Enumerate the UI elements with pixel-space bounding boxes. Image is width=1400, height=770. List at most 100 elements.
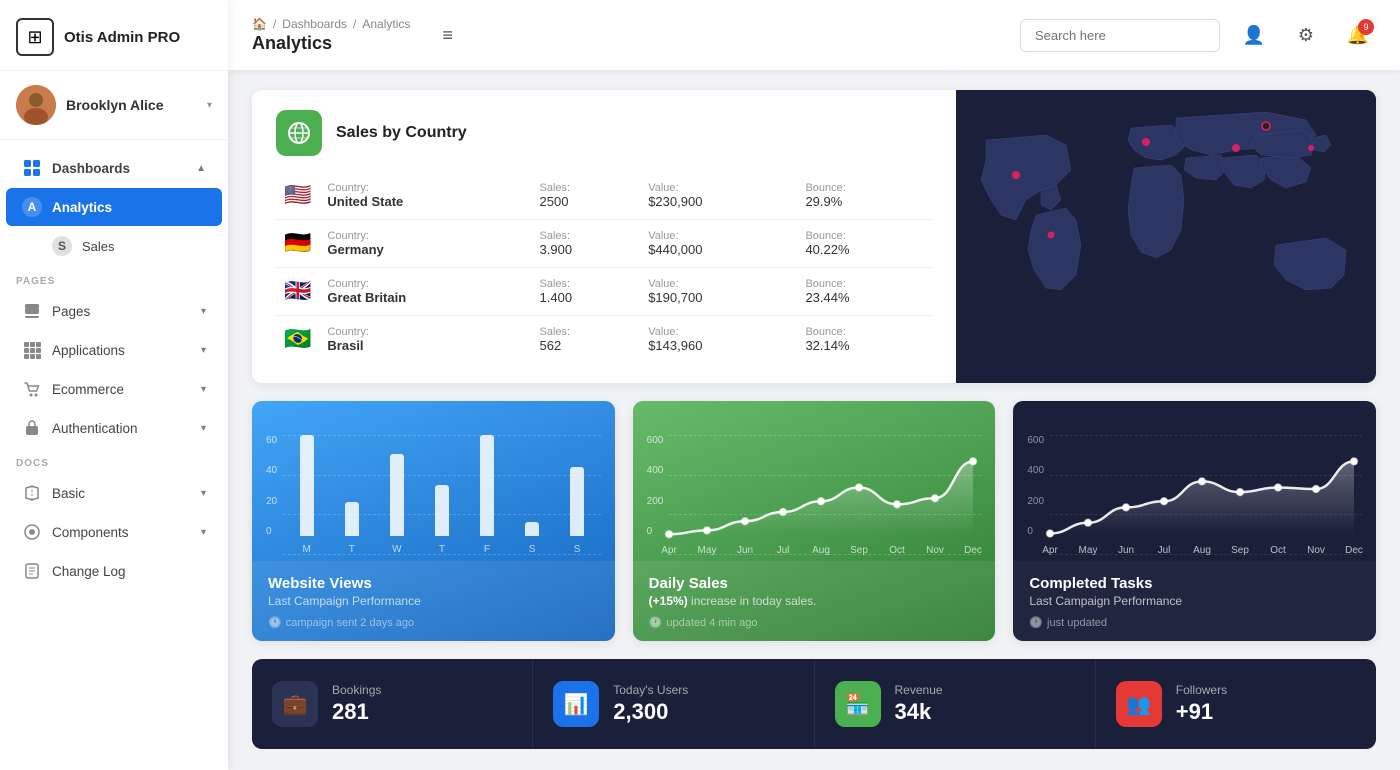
breadcrumb-dashboards[interactable]: Dashboards xyxy=(282,17,347,31)
breadcrumb-current: Analytics xyxy=(362,17,410,31)
charts-row: 0 20 40 60 MTWTFSS xyxy=(252,401,1376,641)
pages-icon xyxy=(22,301,42,321)
basic-label: Basic xyxy=(52,486,191,501)
sales-label: Sales xyxy=(82,239,206,254)
ecommerce-chevron-icon: ▾ xyxy=(201,384,206,395)
daily-sales-title: Daily Sales xyxy=(649,575,980,592)
pages-chevron-icon: ▾ xyxy=(201,306,206,317)
menu-toggle-button[interactable]: ≡ xyxy=(442,25,453,46)
bar-col: M xyxy=(287,435,326,555)
header: 🏠 / Dashboards / Analytics Analytics ≡ 👤… xyxy=(228,0,1400,70)
components-chevron-icon: ▾ xyxy=(201,527,206,538)
website-views-info: Website Views Last Campaign Performance … xyxy=(252,561,615,641)
ecommerce-icon xyxy=(22,379,42,399)
y-label-40: 40 xyxy=(266,465,277,476)
y-label-0: 0 xyxy=(266,526,277,537)
components-icon xyxy=(22,522,42,542)
completed-tasks-subtitle: Last Campaign Performance xyxy=(1029,594,1360,608)
authentication-chevron-icon: ▾ xyxy=(201,423,206,434)
stat-label-users: Today's Users xyxy=(613,683,688,697)
country-cell: Country: Germany xyxy=(319,220,531,268)
docs-section-label: DOCS xyxy=(0,448,228,473)
bar xyxy=(525,522,539,536)
breadcrumb: 🏠 / Dashboards / Analytics Analytics xyxy=(252,17,410,54)
clock-icon: 🕐 xyxy=(268,616,282,629)
dashboards-icon xyxy=(22,158,42,178)
bar-col: T xyxy=(332,435,371,555)
website-views-footer: 🕐 campaign sent 2 days ago xyxy=(268,616,599,629)
sales-card-icon xyxy=(276,110,322,156)
notifications-button[interactable]: 🔔 9 xyxy=(1340,17,1376,53)
search-input[interactable] xyxy=(1020,19,1220,52)
completed-tasks-info: Completed Tasks Last Campaign Performanc… xyxy=(1013,561,1376,641)
user-name: Brooklyn Alice xyxy=(66,97,164,113)
sidebar-item-pages[interactable]: Pages ▾ xyxy=(6,292,222,330)
stats-row: 💼 Bookings 281 📊 Today's Users 2,300 🏪 R… xyxy=(252,659,1376,749)
components-label: Components xyxy=(52,525,191,540)
content-area: Sales by Country 🇺🇸 Country: United Stat… xyxy=(228,70,1400,770)
stat-label-bookings: Bookings xyxy=(332,683,381,697)
table-row: 🇧🇷 Country: Brasil Sales: 562 Value: $14… xyxy=(276,316,932,364)
applications-label: Applications xyxy=(52,343,191,358)
bar-col: S xyxy=(558,435,597,555)
applications-icon xyxy=(22,340,42,360)
sidebar-item-changelog[interactable]: Change Log xyxy=(6,552,222,590)
stat-value-bookings: 281 xyxy=(332,699,381,725)
bar xyxy=(435,485,449,536)
sidebar-user[interactable]: Brooklyn Alice ▾ xyxy=(0,71,228,140)
logo-text: Otis Admin PRO xyxy=(64,29,180,46)
changelog-label: Change Log xyxy=(52,564,206,579)
sales-card-title: Sales by Country xyxy=(336,124,467,142)
website-views-card: 0 20 40 60 MTWTFSS xyxy=(252,401,615,641)
sidebar-item-applications[interactable]: Applications ▾ xyxy=(6,331,222,369)
stat-item-revenue: 🏪 Revenue 34k xyxy=(815,659,1096,749)
stat-item-followers: 👥 Followers +91 xyxy=(1096,659,1376,749)
sidebar-item-ecommerce[interactable]: Ecommerce ▾ xyxy=(6,370,222,408)
sidebar-logo: ⊞ Otis Admin PRO xyxy=(0,0,228,71)
bar xyxy=(300,435,314,536)
stat-value-revenue: 34k xyxy=(895,699,943,725)
daily-sales-chart: 0 200 400 600 xyxy=(633,401,996,561)
home-icon: 🏠 xyxy=(252,17,267,31)
stat-value-users: 2,300 xyxy=(613,699,688,725)
bar xyxy=(570,467,584,536)
daily-sales-subtitle: (+15%) increase in today sales. xyxy=(649,594,980,608)
bar-col: F xyxy=(467,435,506,555)
settings-button[interactable]: ⚙ xyxy=(1288,17,1324,53)
sales-cell: Sales: 2500 xyxy=(532,172,641,220)
website-views-title: Website Views xyxy=(268,575,599,592)
table-row: 🇺🇸 Country: United State Sales: 2500 Val… xyxy=(276,172,932,220)
user-icon: 👤 xyxy=(1243,25,1265,46)
table-row: 🇩🇪 Country: Germany Sales: 3.900 Value: … xyxy=(276,220,932,268)
page-title: Analytics xyxy=(252,33,332,54)
completed-tasks-footer: 🕐 just updated xyxy=(1029,616,1360,629)
sidebar-item-basic[interactable]: Basic ▾ xyxy=(6,474,222,512)
applications-chevron-icon: ▾ xyxy=(201,345,206,356)
sidebar-item-authentication[interactable]: Authentication ▾ xyxy=(6,409,222,447)
flag-cell: 🇧🇷 xyxy=(276,316,319,364)
stat-item-users: 📊 Today's Users 2,300 xyxy=(533,659,814,749)
breadcrumb-path: 🏠 / Dashboards / Analytics xyxy=(252,17,410,31)
stat-label-revenue: Revenue xyxy=(895,683,943,697)
bar xyxy=(345,502,359,536)
stat-icon-revenue: 🏪 xyxy=(835,681,881,727)
table-row: 🇬🇧 Country: Great Britain Sales: 1.400 V… xyxy=(276,268,932,316)
analytics-icon: A xyxy=(22,197,42,217)
sidebar-item-analytics[interactable]: A Analytics xyxy=(6,188,222,226)
completed-tasks-chart: 0 200 400 600 xyxy=(1013,401,1376,561)
analytics-label: Analytics xyxy=(52,200,206,215)
user-profile-button[interactable]: 👤 xyxy=(1236,17,1272,53)
sidebar-item-components[interactable]: Components ▾ xyxy=(6,513,222,551)
stat-item-bookings: 💼 Bookings 281 xyxy=(252,659,533,749)
value-cell: Value: $143,960 xyxy=(640,316,797,364)
pages-label: Pages xyxy=(52,304,191,319)
value-cell: Value: $440,000 xyxy=(640,220,797,268)
sales-by-country-card: Sales by Country 🇺🇸 Country: United Stat… xyxy=(252,90,1376,383)
bounce-cell: Bounce: 23.44% xyxy=(797,268,932,316)
sidebar-item-sales[interactable]: S Sales xyxy=(6,227,222,265)
daily-sales-card: 0 200 400 600 xyxy=(633,401,996,641)
completed-tasks-title: Completed Tasks xyxy=(1029,575,1360,592)
bounce-cell: Bounce: 40.22% xyxy=(797,220,932,268)
sidebar-item-dashboards[interactable]: Dashboards ▲ xyxy=(6,149,222,187)
flag-cell: 🇩🇪 xyxy=(276,220,319,268)
